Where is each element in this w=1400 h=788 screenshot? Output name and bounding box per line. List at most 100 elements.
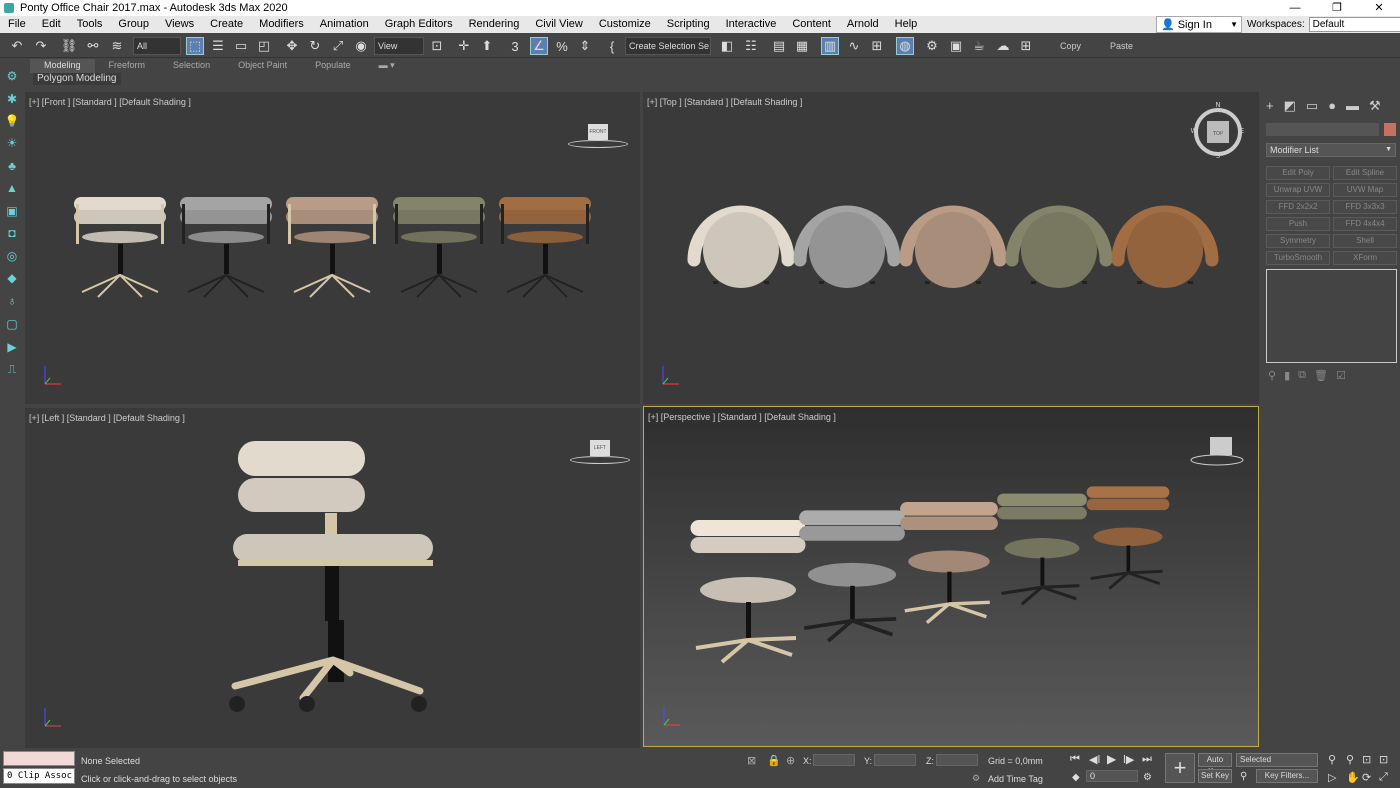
tab-object-paint[interactable]: Object Paint (224, 59, 301, 73)
scene-explorer-icon[interactable]: ▤ (770, 37, 788, 55)
close-button[interactable]: ✕ (1358, 0, 1400, 16)
menu-tools[interactable]: Tools (69, 16, 111, 33)
maximize-viewport-icon[interactable]: ⤢ (1379, 771, 1388, 784)
unwrap-uvw-button[interactable]: Unwrap UVW (1266, 183, 1330, 197)
link-icon[interactable]: ⛓ (60, 37, 78, 55)
ffd-3x3x3-button[interactable]: FFD 3x3x3 (1333, 200, 1397, 214)
menu-civil-view[interactable]: Civil View (527, 16, 590, 33)
tab-modeling[interactable]: Modeling (30, 59, 95, 73)
pivot-center-icon[interactable]: ⊡ (428, 37, 446, 55)
book-icon[interactable]: ▣ (4, 203, 20, 219)
menu-rendering[interactable]: Rendering (461, 16, 528, 33)
motion-tab-icon[interactable]: ● (1328, 98, 1336, 114)
zoom-icon[interactable]: ⚲ (1328, 753, 1336, 766)
menu-content[interactable]: Content (784, 16, 839, 33)
create-icon[interactable]: ✱ (4, 91, 20, 107)
menu-scripting[interactable]: Scripting (659, 16, 718, 33)
render-iterative-icon[interactable]: ☁ (994, 37, 1012, 55)
ffd-4x4x4-button[interactable]: FFD 4x4x4 (1333, 217, 1397, 231)
viewport-front[interactable]: [+] [Front ] [Standard ] [Default Shadin… (25, 92, 640, 404)
sun-icon[interactable]: ☀ (4, 135, 20, 151)
undo-icon[interactable]: ↶ (8, 37, 26, 55)
unlink-icon[interactable]: ⚯ (84, 37, 102, 55)
turbosmooth-button[interactable]: TurboSmooth (1266, 251, 1330, 265)
menu-edit[interactable]: Edit (34, 16, 69, 33)
edit-named-selection-icon[interactable]: { (603, 37, 621, 55)
spinner-snap-icon[interactable]: ⇕ (576, 37, 594, 55)
make-unique-icon[interactable]: ⧉ (1298, 369, 1306, 382)
light-bulb-icon[interactable]: 💡 (4, 113, 20, 129)
absolute-mode-icon[interactable]: ⊕ (786, 754, 795, 767)
helper-icon[interactable]: ◎ (4, 248, 20, 264)
key-filter-icon[interactable]: ⚲ (1240, 771, 1247, 782)
modifier-list-dropdown[interactable]: Modifier List ▼ (1266, 143, 1396, 157)
move-icon[interactable]: ✥ (283, 37, 301, 55)
keyboard-shortcut-icon[interactable]: ⬆ (478, 37, 496, 55)
xform-button[interactable]: XForm (1333, 251, 1397, 265)
key-selection-dropdown[interactable]: Selected (1236, 753, 1318, 767)
sign-in-dropdown[interactable]: 👤 Sign In ▼ (1156, 16, 1242, 33)
uvw-map-button[interactable]: UVW Map (1333, 183, 1397, 197)
select-by-name-icon[interactable]: ☰ (209, 37, 227, 55)
key-filters-button[interactable]: Key Filters... (1256, 769, 1318, 783)
mirror-icon[interactable]: ◧ (718, 37, 736, 55)
go-to-start-icon[interactable]: ⏮ (1070, 753, 1080, 766)
x-coordinate-field[interactable] (813, 754, 855, 766)
render-production-icon[interactable]: ☕ (970, 37, 988, 55)
tab-selection[interactable]: Selection (159, 59, 224, 73)
zoom-extents-icon[interactable]: ⊡ (1362, 753, 1371, 766)
window-crossing-icon[interactable]: ◰ (255, 37, 273, 55)
select-manipulate-icon[interactable]: ✛ (455, 37, 473, 55)
workspace-select[interactable]: Default (1308, 17, 1400, 32)
shell-button[interactable]: Shell (1333, 234, 1397, 248)
reference-coord-dropdown[interactable]: View (374, 37, 424, 55)
edit-poly-button[interactable]: Edit Poly (1266, 166, 1330, 180)
pyramid-icon[interactable]: ▲ (4, 180, 20, 196)
menu-customize[interactable]: Customize (591, 16, 659, 33)
cube-icon[interactable]: ◆ (4, 270, 20, 286)
menu-create[interactable]: Create (202, 16, 251, 33)
key-mode-icon[interactable]: ◆ (1072, 772, 1080, 783)
copy-button[interactable]: Copy (1060, 37, 1081, 55)
rotate-icon[interactable]: ↻ (306, 37, 324, 55)
angle-snap-icon[interactable]: ∠ (530, 37, 548, 55)
viewport-left[interactable]: [+] [Left ] [Standard ] [Default Shading… (25, 408, 640, 748)
ribbon-options-icon[interactable]: ▬ ▾ (365, 59, 409, 73)
time-tag-icon[interactable]: ⚙ (972, 773, 980, 784)
maxscript-input[interactable]: 0 Clip Assoc (3, 768, 75, 784)
box-icon[interactable]: ▢ (4, 316, 20, 332)
scale-icon[interactable]: ⤢ (329, 37, 347, 55)
brush-icon[interactable]: ⎍ (4, 361, 20, 377)
isolate-icon[interactable]: ⊠ (747, 754, 756, 767)
material-editor-icon[interactable]: ◍ (896, 37, 914, 55)
menu-group[interactable]: Group (110, 16, 157, 33)
y-coordinate-field[interactable] (874, 754, 916, 766)
show-end-result-icon[interactable]: ▮ (1284, 369, 1290, 382)
zoom-all-icon[interactable]: ⚲ (1346, 753, 1354, 766)
selection-filter-dropdown[interactable]: All (133, 37, 181, 55)
named-selection-dropdown[interactable]: Create Selection Se (625, 37, 711, 55)
place-icon[interactable]: ◉ (352, 37, 370, 55)
menu-interactive[interactable]: Interactive (718, 16, 785, 33)
configure-sets-icon[interactable]: ☑ (1336, 369, 1346, 382)
edit-spline-button[interactable]: Edit Spline (1333, 166, 1397, 180)
go-to-end-icon[interactable]: ⏭ (1142, 753, 1152, 766)
rendered-frame-icon[interactable]: ▣ (947, 37, 965, 55)
maxscript-listener[interactable] (3, 751, 75, 766)
display-tab-icon[interactable]: ▬ (1346, 98, 1359, 114)
lock-icon[interactable]: 🔒 (767, 754, 781, 767)
create-tab-icon[interactable]: + (1266, 98, 1274, 114)
paste-button[interactable]: Paste (1110, 37, 1133, 55)
viewport-perspective[interactable]: [+] [Perspective ] [Standard ] [Default … (643, 406, 1259, 747)
play-icon[interactable]: ▶ (1107, 752, 1116, 766)
pan-icon[interactable]: ✋ (1346, 771, 1360, 784)
render-gallery-icon[interactable]: ⊞ (1017, 37, 1035, 55)
set-key-big-icon[interactable]: + (1165, 753, 1195, 783)
polygon-modeling-panel[interactable]: Polygon Modeling (33, 73, 121, 85)
z-coordinate-field[interactable] (936, 754, 978, 766)
curve-editor-icon[interactable]: ∿ (845, 37, 863, 55)
object-name-field[interactable] (1266, 123, 1379, 136)
layer-explorer-icon[interactable]: ▦ (793, 37, 811, 55)
ffd-2x2x2-button[interactable]: FFD 2x2x2 (1266, 200, 1330, 214)
camera-icon[interactable]: ◘ (4, 225, 20, 241)
